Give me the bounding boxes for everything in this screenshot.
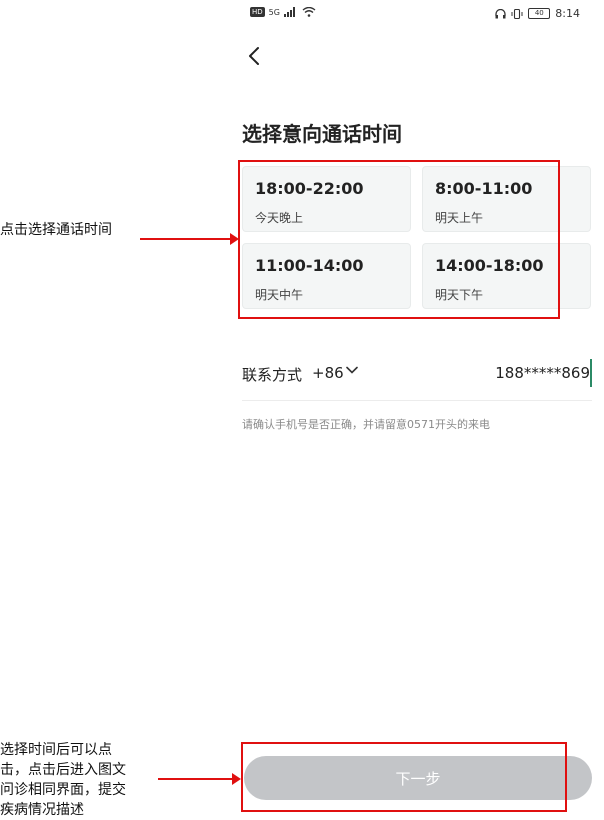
- contact-row: 联系方式 +86: [242, 356, 592, 401]
- back-button[interactable]: [242, 42, 266, 70]
- signal-icon: [283, 7, 295, 17]
- wifi-icon: [302, 7, 316, 17]
- arrow-button-head: [232, 773, 241, 785]
- arrow-slots-line: [140, 238, 232, 240]
- page-title: 选择意向通话时间: [242, 122, 402, 146]
- status-time: 8:14: [555, 7, 580, 20]
- phone-hint: 请确认手机号是否正确，并请留意0571开头的来电: [242, 418, 490, 431]
- chevron-down-icon[interactable]: [346, 366, 358, 374]
- status-left: HD 5G: [250, 7, 316, 17]
- vibrate-icon: [511, 8, 523, 19]
- hd-badge: HD: [250, 7, 265, 17]
- status-bar: HD 5G 40 8:14: [240, 0, 592, 30]
- network-type: 5G: [268, 7, 280, 17]
- arrow-button-line: [158, 778, 234, 780]
- annotation-line: 疾病情况描述: [0, 802, 84, 818]
- headset-icon: [495, 8, 506, 18]
- annotation-line: 击，点击后进入图文: [0, 762, 126, 778]
- chevron-left-icon: [249, 47, 259, 65]
- button-highlight-box: [241, 742, 567, 812]
- status-right: 40 8:14: [495, 7, 580, 20]
- annotation-slots: 点击选择通话时间: [0, 222, 112, 238]
- arrow-slots-head: [230, 233, 239, 245]
- annotation-line: 问诊相同界面，提交: [0, 782, 126, 798]
- phone-input[interactable]: [440, 359, 592, 387]
- battery-icon: 40: [528, 8, 551, 19]
- annotation-button: 选择时间后可以点 击，点击后进入图文 问诊相同界面，提交 疾病情况描述: [0, 740, 126, 820]
- country-code-selector[interactable]: +86: [312, 364, 344, 382]
- slots-highlight-box: [238, 160, 560, 319]
- annotation-line: 选择时间后可以点: [0, 742, 112, 758]
- contact-label: 联系方式: [242, 366, 303, 384]
